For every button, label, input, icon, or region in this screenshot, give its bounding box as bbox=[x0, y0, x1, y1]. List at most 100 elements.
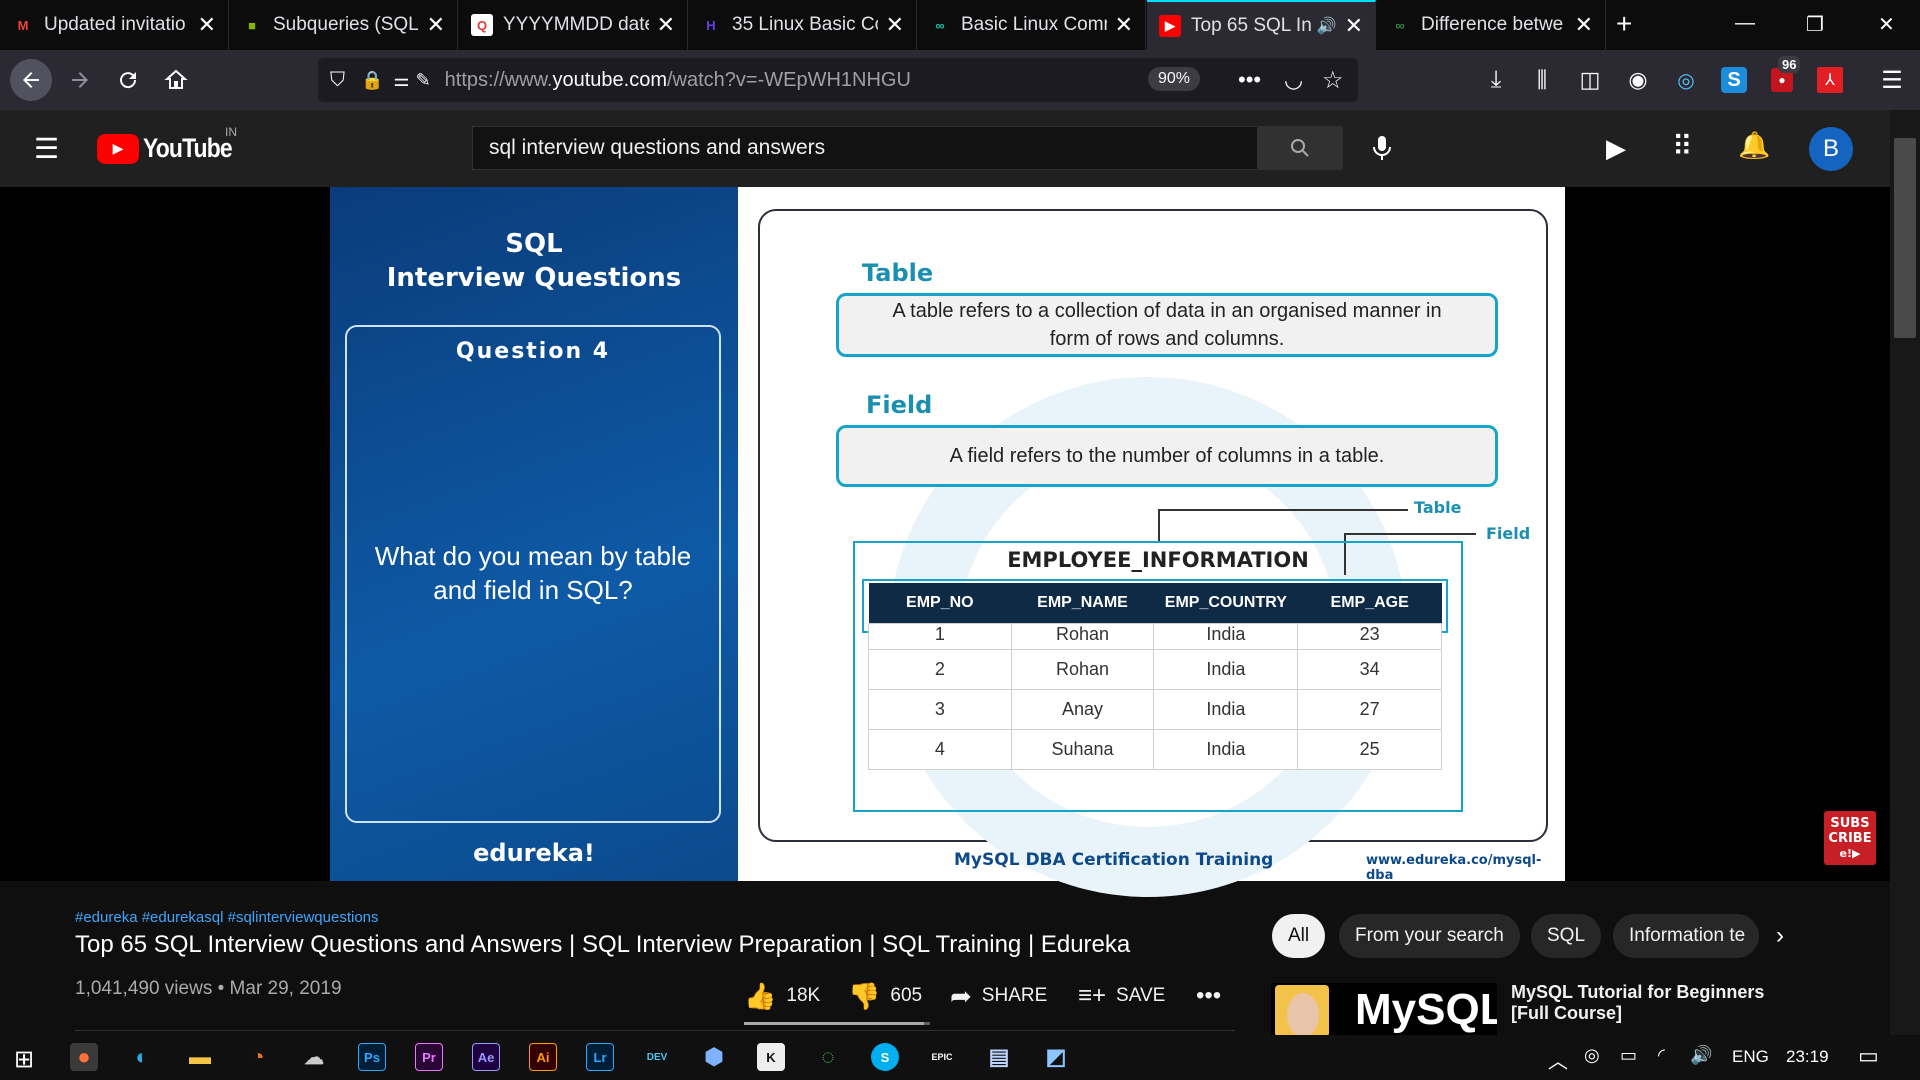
browser-tab[interactable]: M Updated invitatio ✕ bbox=[0, 0, 229, 50]
video-player[interactable]: SQL Interview Questions Question 4 What … bbox=[0, 187, 1890, 897]
url-domain: youtube.com bbox=[552, 68, 667, 91]
browser-tab[interactable]: ∞ Difference betwe ✕ bbox=[1377, 0, 1606, 50]
lightroom-icon[interactable]: Lr bbox=[586, 1043, 614, 1071]
file-explorer-icon[interactable]: ▬ bbox=[186, 1043, 214, 1071]
sidebar-icon[interactable]: ◫ bbox=[1570, 60, 1610, 100]
battery-icon[interactable]: ▭ bbox=[1620, 1045, 1637, 1066]
recommendation-title-1[interactable]: MySQL Tutorial for Beginners bbox=[1511, 982, 1764, 1003]
wifi-icon[interactable]: ◜ bbox=[1658, 1045, 1665, 1066]
page-actions-icon[interactable]: ••• bbox=[1238, 67, 1261, 93]
firefox-icon[interactable]: ● bbox=[70, 1043, 98, 1071]
tab-audio-icon[interactable]: 🔊 bbox=[1317, 16, 1337, 36]
close-tab-icon[interactable]: ✕ bbox=[1115, 12, 1133, 38]
back-button[interactable] bbox=[10, 59, 52, 101]
bookmark-star-icon[interactable]: ☆ bbox=[1322, 66, 1344, 95]
recommendation-thumbnail[interactable]: MySQL bbox=[1271, 983, 1497, 1035]
volume-icon[interactable]: 🔊 bbox=[1690, 1045, 1712, 1066]
close-tab-icon[interactable]: ✕ bbox=[886, 12, 904, 38]
skype-extension-icon[interactable]: S bbox=[1714, 60, 1754, 100]
app-icon[interactable]: ☁ bbox=[300, 1043, 328, 1071]
chip-from-your-search[interactable]: From your search bbox=[1339, 914, 1520, 958]
lock-icon[interactable]: 🔒 bbox=[361, 70, 383, 91]
browser-tab[interactable]: ■ Subqueries (SQL ✕ bbox=[229, 0, 458, 50]
browser-tab[interactable]: Q YYYYMMDD date ✕ bbox=[459, 0, 688, 50]
hamburger-menu-icon[interactable]: ☰ bbox=[1872, 60, 1912, 100]
more-actions-button[interactable]: ••• bbox=[1196, 978, 1221, 1014]
close-tab-icon[interactable]: ✕ bbox=[657, 12, 675, 38]
browser-tab[interactable]: ∞ Basic Linux Comm ✕ bbox=[917, 0, 1146, 50]
close-tab-icon[interactable]: ✕ bbox=[1345, 13, 1363, 39]
library-icon[interactable]: ⫼ bbox=[1522, 60, 1562, 100]
guide-menu-icon[interactable]: ☰ bbox=[34, 132, 59, 165]
language-indicator[interactable]: ENG bbox=[1732, 1047, 1769, 1067]
close-window-icon[interactable]: ✕ bbox=[1878, 12, 1895, 37]
chevron-up-icon[interactable]: ︿ bbox=[1548, 1045, 1568, 1074]
subscribe-watermark[interactable]: SUBS CRIBE e!▶ bbox=[1824, 811, 1876, 865]
recommendation-title-2[interactable]: [Full Course] bbox=[1511, 1003, 1622, 1024]
chip-all[interactable]: All bbox=[1272, 914, 1326, 958]
save-button[interactable]: ≡+ SAVE bbox=[1078, 978, 1165, 1014]
youtube-logo[interactable]: ▶ YouTube IN bbox=[97, 125, 247, 164]
apps-grid-icon[interactable]: ⠿ bbox=[1672, 130, 1693, 163]
pdf-extension-icon[interactable]: ⅄ bbox=[1810, 60, 1850, 100]
epic-games-icon[interactable]: EPIC bbox=[928, 1043, 956, 1071]
virtual-drive-icon[interactable]: ◩ bbox=[1042, 1043, 1070, 1071]
search-input[interactable]: sql interview questions and answers bbox=[472, 126, 1258, 170]
clock[interactable]: 23:19 bbox=[1786, 1047, 1829, 1067]
zoom-level[interactable]: 90% bbox=[1148, 67, 1201, 91]
voice-search-button[interactable] bbox=[1364, 130, 1400, 166]
close-tab-icon[interactable]: ✕ bbox=[1575, 12, 1593, 38]
create-video-icon[interactable]: ▶ bbox=[1606, 133, 1626, 164]
navigation-toolbar: ⛉ 🔒 ⚌ ✎ https://www.youtube.com/watch?v=… bbox=[0, 50, 1920, 110]
minimize-icon[interactable]: — bbox=[1735, 12, 1755, 35]
url-text[interactable]: https://www.youtube.com/watch?v=-WEpWH1N… bbox=[445, 69, 911, 92]
extension-icon[interactable]: ◎ bbox=[1666, 60, 1706, 100]
new-tab-icon[interactable]: + bbox=[1616, 8, 1632, 40]
premiere-icon[interactable]: Pr bbox=[415, 1043, 443, 1071]
edit-icon[interactable]: ✎ bbox=[416, 70, 431, 91]
forward-button[interactable] bbox=[60, 60, 100, 100]
chevron-right-icon[interactable]: › bbox=[1776, 922, 1784, 950]
notifications-icon[interactable]: ▭ bbox=[1858, 1043, 1879, 1069]
home-button[interactable] bbox=[156, 60, 196, 100]
skype-icon[interactable]: S bbox=[871, 1043, 899, 1071]
page-scrollbar[interactable] bbox=[1890, 110, 1920, 1035]
address-bar[interactable]: ⛉ 🔒 ⚌ ✎ https://www.youtube.com/watch?v=… bbox=[318, 58, 1358, 102]
account-icon[interactable]: ◉ bbox=[1618, 60, 1658, 100]
search-button[interactable] bbox=[1257, 126, 1343, 170]
downloads-icon[interactable]: ⤓ bbox=[1476, 60, 1516, 100]
shield-icon[interactable]: ⛉ bbox=[330, 69, 345, 92]
avatar[interactable]: B bbox=[1809, 127, 1853, 171]
scrollbar-thumb[interactable] bbox=[1894, 138, 1916, 338]
windows-start-icon[interactable]: ⊞ bbox=[14, 1045, 34, 1074]
close-tab-icon[interactable]: ✕ bbox=[198, 12, 216, 38]
permissions-icon[interactable]: ⚌ bbox=[393, 70, 409, 91]
after-effects-icon[interactable]: Ae bbox=[472, 1043, 500, 1071]
spinner-app-icon[interactable]: ◌ bbox=[814, 1043, 842, 1071]
illustrator-icon[interactable]: Ai bbox=[529, 1043, 557, 1071]
dislike-button[interactable]: 👎 605 bbox=[848, 978, 922, 1014]
webcam-icon[interactable]: ◎ bbox=[1584, 1045, 1600, 1066]
view-count: 1,041,490 views bbox=[75, 978, 213, 999]
table-cell: Anay bbox=[1010, 688, 1155, 730]
notifications-bell-icon[interactable]: 🔔 bbox=[1738, 130, 1770, 161]
close-tab-icon[interactable]: ✕ bbox=[427, 12, 445, 38]
pocket-icon[interactable]: ◡ bbox=[1284, 67, 1303, 93]
virtualbox-icon[interactable]: ⬢ bbox=[700, 1043, 728, 1071]
chip-information-technology[interactable]: Information te bbox=[1613, 914, 1759, 958]
notepad-icon[interactable]: ▤ bbox=[985, 1043, 1013, 1071]
like-button[interactable]: 👍 18K bbox=[744, 978, 820, 1014]
share-button[interactable]: ➦ SHARE bbox=[950, 978, 1047, 1014]
devcpp-icon[interactable]: DEV bbox=[643, 1043, 671, 1071]
chip-sql[interactable]: SQL bbox=[1531, 914, 1602, 958]
browser-tab[interactable]: ▶ Top 65 SQL In 🔊 ✕ bbox=[1147, 0, 1376, 50]
edge-icon[interactable]: ◐ bbox=[128, 1043, 156, 1071]
photoshop-icon[interactable]: Ps bbox=[358, 1043, 386, 1071]
crunchyroll-icon[interactable]: ◔ bbox=[244, 1043, 272, 1071]
browser-tab[interactable]: H 35 Linux Basic Co ✕ bbox=[688, 0, 917, 50]
video-hashtags[interactable]: #edureka #edurekasql #sqlinterviewquesti… bbox=[75, 909, 379, 926]
restore-icon[interactable]: ❐ bbox=[1806, 12, 1824, 37]
reload-button[interactable] bbox=[108, 60, 148, 100]
table-cell: 2 bbox=[868, 648, 1012, 690]
kindle-icon[interactable]: K bbox=[757, 1043, 785, 1071]
